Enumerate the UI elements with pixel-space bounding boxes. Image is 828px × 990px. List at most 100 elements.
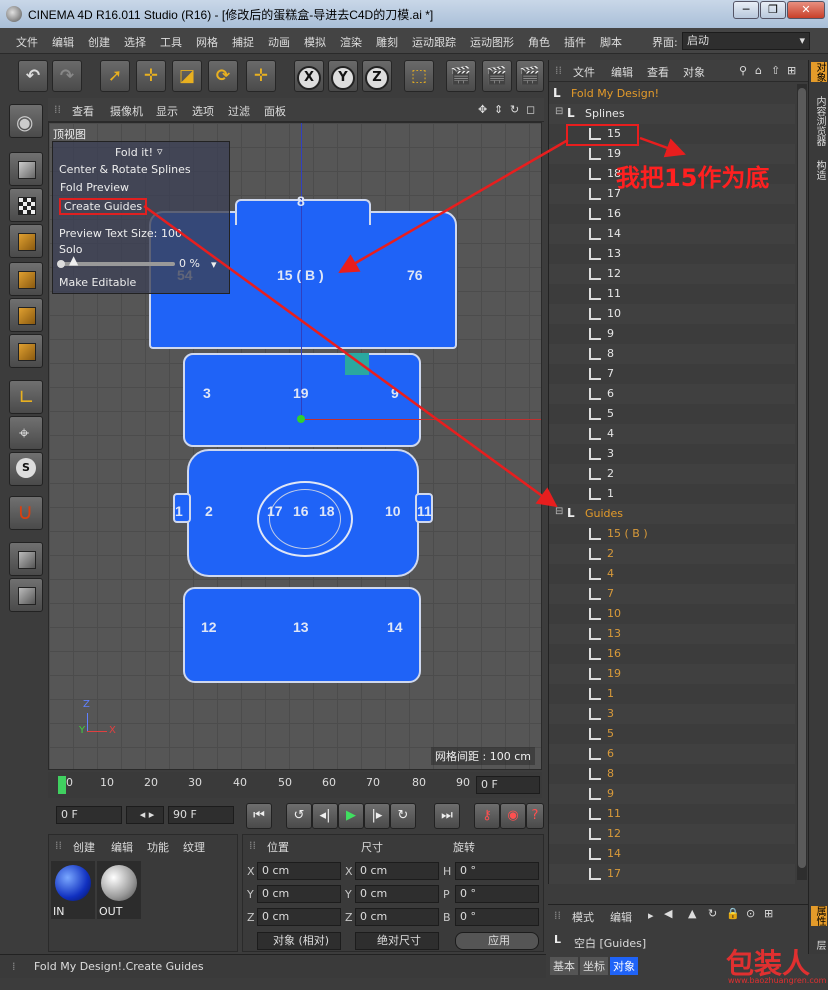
attr-tab-object[interactable]: 对象 xyxy=(610,957,638,975)
attr-menu-edit[interactable]: 编辑 xyxy=(610,909,632,925)
side-tab-attributes[interactable]: 属性 xyxy=(811,906,827,926)
layout-select[interactable]: 启动 ▾ xyxy=(682,32,810,50)
collapse-toggle-icon[interactable]: ⊟ xyxy=(555,506,563,517)
side-tab-layers[interactable]: 层 xyxy=(811,940,827,950)
tree-item-spline[interactable]: 11 xyxy=(549,284,795,304)
make-editable-link[interactable]: Make Editable xyxy=(59,276,136,289)
tree-item-guide[interactable]: 1 xyxy=(549,684,795,704)
previous-frame-button[interactable]: ◂| xyxy=(312,803,338,829)
tree-item-guide[interactable]: 16 xyxy=(549,644,795,664)
tree-group-splines[interactable]: ⊟ L Splines xyxy=(549,104,795,124)
menu-select[interactable]: 选择 xyxy=(124,34,146,50)
next-key-button[interactable]: ↻ xyxy=(390,803,416,829)
tree-item-guide[interactable]: 11 xyxy=(549,804,795,824)
up-arrow-icon[interactable]: ▲ xyxy=(688,907,696,920)
om-menu-file[interactable]: 文件 xyxy=(573,64,595,80)
tweak-mode-button[interactable]: ⌖ xyxy=(9,416,43,450)
chevron-right-icon[interactable]: ▸ xyxy=(648,909,654,922)
previous-key-button[interactable]: ↺ xyxy=(286,803,312,829)
move-view-icon[interactable]: ✥ xyxy=(478,103,487,116)
side-tab-objects[interactable]: 对象 xyxy=(811,62,827,82)
solo-button[interactable]: S xyxy=(9,452,43,486)
polygons-mode-button[interactable] xyxy=(9,334,43,368)
undo-button[interactable]: ↶ xyxy=(18,60,48,92)
tree-item-spline[interactable]: 6 xyxy=(549,384,795,404)
menu-edit[interactable]: 编辑 xyxy=(52,34,74,50)
home-icon[interactable]: ⌂ xyxy=(755,64,762,77)
tree-item-guide[interactable]: 3 xyxy=(549,704,795,724)
slider-knob[interactable] xyxy=(57,260,65,268)
tree-group-guides[interactable]: ⊟ L Guides xyxy=(549,504,795,524)
tree-item-spline[interactable]: 15 xyxy=(549,124,795,144)
y-axis-button[interactable]: Y xyxy=(328,60,358,92)
menu-character[interactable]: 角色 xyxy=(528,34,550,50)
maximize-view-icon[interactable]: ◻ xyxy=(526,103,535,116)
play-button[interactable]: ▶ xyxy=(338,803,364,829)
viewport-menu-filter[interactable]: 过滤 xyxy=(228,103,250,119)
go-to-end-button[interactable]: ⏭ xyxy=(434,803,460,829)
auto-key-button[interactable]: ◉ xyxy=(500,803,526,829)
menu-animate[interactable]: 动画 xyxy=(268,34,290,50)
rotation-b-field[interactable]: 0 ° xyxy=(455,908,539,926)
fold-it-title[interactable]: Fold it! xyxy=(115,146,153,159)
attr-tab-basic[interactable]: 基本 xyxy=(550,957,578,975)
menu-simulate[interactable]: 模拟 xyxy=(304,34,326,50)
tree-item-guide[interactable]: 19 xyxy=(549,664,795,684)
tree-item-spline[interactable]: 5 xyxy=(549,404,795,424)
tree-item-guide[interactable]: 17 xyxy=(549,864,795,884)
tree-item-spline[interactable]: 8 xyxy=(549,344,795,364)
fold-preview-button[interactable]: Fold Preview xyxy=(60,181,129,194)
center-rotate-splines-button[interactable]: Center & Rotate Splines xyxy=(59,163,191,176)
material-menu-create[interactable]: 创建 xyxy=(73,839,95,855)
menu-snap[interactable]: 捕捉 xyxy=(232,34,254,50)
tree-item-spline[interactable]: 16 xyxy=(549,204,795,224)
viewport-menu-view[interactable]: 查看 xyxy=(72,103,94,119)
live-selection-button[interactable]: ➚ xyxy=(100,60,130,92)
menu-script[interactable]: 脚本 xyxy=(600,34,622,50)
settings-icon[interactable]: ⊙ xyxy=(746,907,755,920)
x-axis-button[interactable]: X xyxy=(294,60,324,92)
material-menu-function[interactable]: 功能 xyxy=(147,839,169,855)
tree-item-guide[interactable]: 10 xyxy=(549,604,795,624)
size-x-field[interactable]: 0 cm xyxy=(355,862,439,880)
frame-range-slider[interactable]: ◂ ▸ xyxy=(126,806,164,824)
tree-item-guide[interactable]: 14 xyxy=(549,844,795,864)
slider-dropdown-icon[interactable]: ▾ xyxy=(211,258,217,271)
axis-mode-button[interactable]: ∟ xyxy=(9,380,43,414)
scale-button[interactable]: ◪ xyxy=(172,60,202,92)
position-x-field[interactable]: 0 cm xyxy=(257,862,341,880)
record-key-button[interactable]: ⚷ xyxy=(474,803,500,829)
tree-root-fold-my-design[interactable]: ⊟LFold My Design! xyxy=(549,84,795,104)
coordinate-system-button[interactable]: ⬚ xyxy=(404,60,434,92)
object-manager-scrollbar[interactable] xyxy=(797,84,807,880)
size-y-field[interactable]: 0 cm xyxy=(355,885,439,903)
playhead[interactable] xyxy=(58,776,66,794)
history-icon[interactable]: ↻ xyxy=(708,907,717,920)
back-arrow-icon[interactable]: ◀ xyxy=(664,907,672,920)
next-frame-button[interactable]: |▸ xyxy=(364,803,390,829)
go-to-start-button[interactable]: ⏮ xyxy=(246,803,272,829)
close-button[interactable]: ✕ xyxy=(787,1,825,19)
size-mode-select[interactable]: 绝对尺寸 xyxy=(355,932,439,950)
minimize-button[interactable]: ─ xyxy=(733,1,759,19)
timeline-ruler[interactable]: 0 10 20 30 40 50 60 70 80 90 0 F xyxy=(48,772,542,798)
redo-button[interactable]: ↷ xyxy=(52,60,82,92)
zoom-view-icon[interactable]: ⇕ xyxy=(494,103,503,116)
snap-button[interactable]: ∪ xyxy=(9,496,43,530)
viewport-menu-display[interactable]: 显示 xyxy=(156,103,178,119)
create-guides-button[interactable]: Create Guides xyxy=(59,198,148,215)
collapse-toggle-icon[interactable]: ⊟ xyxy=(555,106,563,117)
position-z-field[interactable]: 0 cm xyxy=(257,908,341,926)
rotate-button[interactable]: ⟳ xyxy=(208,60,238,92)
side-tab-content-browser[interactable]: 内容浏览器 xyxy=(811,96,827,146)
preview-text-size-value[interactable]: 100 xyxy=(161,227,182,240)
om-menu-edit[interactable]: 编辑 xyxy=(611,64,633,80)
tree-item-spline[interactable]: 13 xyxy=(549,244,795,264)
tree-item-spline[interactable]: 9 xyxy=(549,324,795,344)
viewport-menu-camera[interactable]: 摄像机 xyxy=(110,103,143,119)
menu-mesh[interactable]: 网格 xyxy=(196,34,218,50)
tree-item-guide[interactable]: 13 xyxy=(549,624,795,644)
make-editable-button[interactable]: ◉ xyxy=(9,104,43,138)
rotate-view-icon[interactable]: ↻ xyxy=(510,103,519,116)
render-picture-viewer-button[interactable]: 🎬 xyxy=(482,60,512,92)
